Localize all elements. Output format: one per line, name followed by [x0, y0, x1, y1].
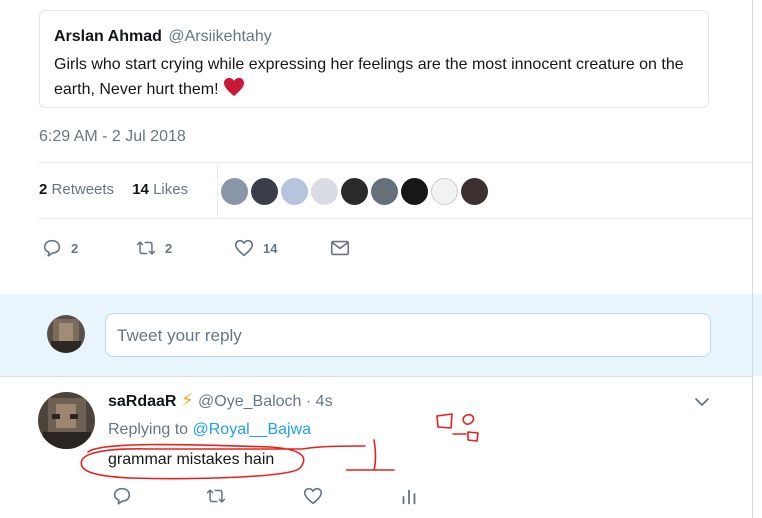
reply-action[interactable] — [111, 485, 133, 507]
avatar[interactable] — [431, 178, 458, 205]
retweet-icon — [206, 489, 226, 503]
divider — [0, 376, 752, 377]
quoted-tweet-author[interactable]: Arslan Ahmad @Arsiikehtahy — [54, 28, 272, 46]
quoted-tweet-card[interactable]: Arslan Ahmad @Arsiikehtahy Girls who sta… — [39, 10, 709, 108]
likers-avatars — [221, 178, 491, 205]
reply-author[interactable]: saRdaaR ⚡ @Oye_Baloch · 4s — [108, 390, 333, 411]
reply-icon — [113, 487, 131, 505]
avatar[interactable] — [401, 178, 428, 205]
heart-icon — [303, 487, 323, 505]
reply-placeholder: Tweet your reply — [117, 326, 242, 345]
analytics-action[interactable] — [398, 485, 420, 507]
reply-count: 2 — [71, 240, 79, 256]
avatar[interactable] — [311, 178, 338, 205]
stats-separator — [217, 162, 218, 218]
avatar[interactable] — [461, 178, 488, 205]
retweets-label: Retweets — [51, 181, 115, 198]
avatar[interactable] — [341, 178, 368, 205]
avatar[interactable] — [38, 392, 95, 449]
quoted-tweet-text: Girls who start crying while expressing … — [54, 53, 699, 102]
avatar[interactable] — [371, 178, 398, 205]
quoted-tweet-body: Girls who start crying while expressing … — [54, 56, 684, 98]
like-count: 14 — [263, 240, 278, 256]
retweets-count: 2 — [39, 181, 48, 198]
avatar[interactable] — [281, 178, 308, 205]
reply-author-handle: @Oye_Baloch — [198, 393, 302, 410]
retweet-action[interactable]: 2 — [135, 237, 172, 259]
replying-prefix: Replying to — [108, 421, 189, 438]
lightning-emoji: ⚡ — [180, 390, 194, 410]
like-action[interactable]: 14 — [233, 237, 277, 259]
retweet-icon — [136, 241, 156, 255]
replying-to-link[interactable]: @Royal__Bajwa — [193, 421, 312, 438]
quoted-author-name: Arslan Ahmad — [54, 28, 162, 45]
likes-count: 14 — [132, 181, 149, 198]
likes-stat[interactable]: 14 Likes — [132, 181, 188, 198]
reply-input[interactable]: Tweet your reply — [105, 313, 711, 357]
divider — [39, 218, 752, 219]
avatar[interactable] — [251, 178, 278, 205]
retweet-count: 2 — [165, 240, 173, 256]
replying-to: Replying to @Royal__Bajwa — [108, 421, 311, 439]
window-edge — [752, 0, 753, 518]
reply-text: grammar mistakes hain — [108, 451, 275, 468]
avatar[interactable] — [221, 178, 248, 205]
likes-label: Likes — [153, 181, 189, 198]
avatar — [47, 315, 85, 353]
tweet-timestamp[interactable]: 6:29 AM - 2 Jul 2018 — [39, 128, 186, 146]
reply-author-name: saRdaaR — [108, 393, 177, 410]
bar-chart-icon — [402, 489, 416, 505]
quoted-author-handle: @Arsiikehtahy — [168, 28, 272, 45]
divider — [39, 162, 752, 163]
direct-message-action[interactable] — [329, 237, 351, 259]
heart-icon — [234, 239, 254, 257]
reply-time[interactable]: · 4s — [306, 393, 333, 410]
envelope-icon — [330, 240, 350, 256]
retweet-action[interactable] — [205, 485, 227, 507]
tweet-stats: 2 Retweets 14 Likes — [39, 181, 188, 198]
red-heart-icon — [223, 77, 244, 97]
retweets-stat[interactable]: 2 Retweets — [39, 181, 114, 198]
reply-action[interactable]: 2 — [41, 237, 78, 259]
chevron-down-icon[interactable] — [694, 395, 710, 409]
like-action[interactable] — [302, 485, 324, 507]
reply-icon — [43, 239, 61, 257]
